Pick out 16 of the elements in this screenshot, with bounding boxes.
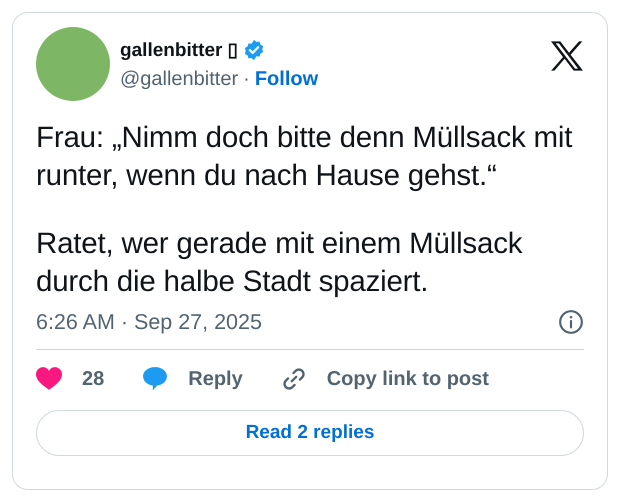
info-icon[interactable] [558,309,584,335]
speech-bubble-icon [142,366,168,392]
author-handle[interactable]: @gallenbitter [120,68,238,90]
reply-button[interactable]: Reply [142,366,243,392]
copy-button[interactable]: Copy link to post [280,366,489,392]
follow-link[interactable]: Follow [254,68,318,90]
heart-icon [36,367,62,391]
separator-dot: · [243,68,250,90]
timestamp[interactable]: 6:26 AM · Sep 27, 2025 [36,310,262,334]
read-replies-button[interactable]: Read 2 replies [36,410,584,456]
post-text: Frau: „Nimm doch bitte denn Müllsack mit runter, wenn du nach Hause gehst.“ [36,120,574,194]
x-logo-icon[interactable] [551,41,583,71]
author-name[interactable]: gallenbitter ▯ [120,38,238,62]
post-text: Ratet, wer gerade mit einem Müllsack durch die halbe Stadt spaziert. [36,226,524,300]
link-icon [280,366,307,392]
like-button[interactable]: 28 [36,367,104,391]
